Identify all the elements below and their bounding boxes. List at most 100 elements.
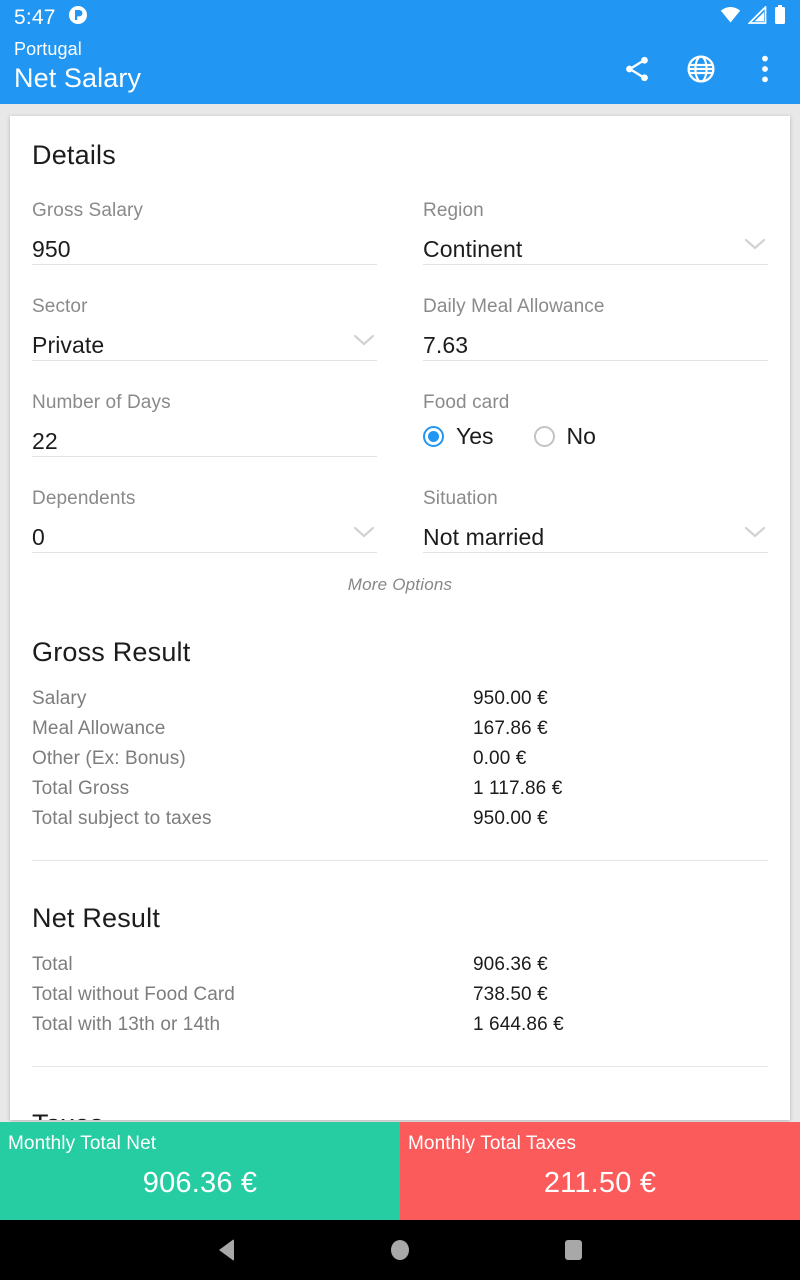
table-row: Other (Ex: Bonus) 0.00 €	[32, 748, 768, 778]
section-divider	[32, 860, 768, 861]
field-dependents: Dependents 0	[32, 487, 377, 553]
toolbar-subtitle: Portugal	[14, 39, 82, 59]
dependents-select[interactable]: 0	[32, 511, 377, 553]
status-right-icons	[720, 4, 786, 29]
overflow-menu-icon[interactable]	[748, 52, 782, 86]
app-indicator-icon	[68, 5, 88, 30]
net-result-rows: Total 906.36 € Total without Food Card 7…	[32, 954, 768, 1044]
field-label: Gross Salary	[32, 200, 144, 221]
row-value: 738.50 €	[473, 984, 548, 1005]
row-label: Total	[32, 954, 73, 975]
table-row: Total with 13th or 14th 1 644.86 €	[32, 1014, 768, 1044]
app-toolbar: Portugal Net Salary	[0, 34, 800, 104]
table-row: Total Gross 1 117.86 €	[32, 778, 768, 808]
field-label: Sector	[32, 296, 88, 317]
row-label: Salary	[32, 688, 87, 709]
field-region: Region Continent	[423, 199, 768, 265]
net-result-section: Net Result Total 906.36 € Total without …	[32, 905, 768, 1067]
recents-button[interactable]	[549, 1226, 597, 1274]
home-button[interactable]	[376, 1226, 424, 1274]
battery-icon	[774, 5, 786, 29]
page-title: Net Salary	[14, 63, 142, 93]
region-select[interactable]: Continent	[423, 223, 768, 265]
row-value: 1 644.86 €	[473, 1014, 564, 1035]
toolbar-titles: Portugal Net Salary	[14, 34, 141, 95]
field-label: Situation	[423, 488, 498, 509]
summary-taxes-total: Monthly Total Taxes 211.50 €	[400, 1122, 800, 1220]
net-result-heading: Net Result	[32, 903, 161, 933]
status-clock: 5:47	[14, 5, 56, 29]
row-value: 167.86 €	[473, 718, 548, 739]
chevron-down-icon	[744, 525, 766, 544]
gross-result-section: Gross Result Salary 950.00 € Meal Allowa…	[32, 639, 768, 861]
toolbar-actions	[620, 34, 786, 104]
field-sector: Sector Private	[32, 295, 377, 361]
details-heading: Details	[32, 140, 116, 170]
row-label: Total with 13th or 14th	[32, 1014, 221, 1035]
gross-salary-input[interactable]: 950	[32, 223, 377, 265]
daily-meal-allowance-input[interactable]: 7.63	[423, 319, 768, 361]
gross-result-rows: Salary 950.00 € Meal Allowance 167.86 € …	[32, 688, 768, 838]
food-card-radio-group: Yes No	[423, 415, 768, 457]
radio-label: Yes	[456, 422, 494, 449]
summary-label: Monthly Total Net	[8, 1133, 157, 1154]
chevron-down-icon	[353, 333, 375, 352]
field-value: 22	[32, 428, 58, 454]
field-daily-meal-allowance: Daily Meal Allowance 7.63	[423, 295, 768, 361]
row-value: 950.00 €	[473, 808, 548, 829]
situation-select[interactable]: Not married	[423, 511, 768, 553]
status-left-icons	[68, 5, 88, 30]
field-value: 0	[32, 524, 45, 550]
summary-net-total: Monthly Total Net 906.36 €	[0, 1122, 400, 1220]
field-gross-salary: Gross Salary 950	[32, 199, 377, 265]
field-food-card: Food card Yes No	[423, 391, 768, 457]
wifi-icon	[720, 6, 741, 29]
chevron-down-icon	[744, 237, 766, 256]
food-card-radio-yes[interactable]: Yes	[423, 422, 494, 449]
share-icon[interactable]	[620, 52, 654, 86]
back-triangle-icon	[219, 1239, 235, 1261]
row-value: 950.00 €	[473, 688, 548, 709]
status-bar: 5:47	[0, 0, 800, 34]
field-value: Not married	[423, 524, 545, 550]
app-root: 5:47 Portugal Net Salary Details Gross S…	[0, 0, 800, 1280]
signal-icon	[747, 4, 767, 29]
row-value: 906.36 €	[473, 954, 548, 975]
number-of-days-input[interactable]: 22	[32, 415, 377, 457]
card-inner: Details Gross Salary 950 Sector Private	[10, 116, 790, 1120]
row-label: Other (Ex: Bonus)	[32, 748, 186, 769]
home-circle-icon	[390, 1240, 409, 1260]
content-card: Details Gross Salary 950 Sector Private	[10, 116, 790, 1120]
summary-value: 906.36 €	[142, 1167, 258, 1199]
field-value: Continent	[423, 236, 523, 262]
summary-label: Monthly Total Taxes	[408, 1133, 577, 1154]
food-card-radio-no[interactable]: No	[533, 424, 596, 448]
radio-unselected-icon	[533, 425, 555, 447]
radio-selected-icon	[423, 425, 444, 447]
back-button[interactable]	[203, 1226, 251, 1274]
gross-result-heading: Gross Result	[32, 637, 191, 667]
details-form-right-column: Region Continent Daily Meal Allowance 7.…	[423, 199, 768, 553]
table-row: Salary 950.00 €	[32, 688, 768, 718]
field-label: Number of Days	[32, 392, 171, 413]
row-label: Total subject to taxes	[32, 808, 212, 829]
row-label: Total Gross	[32, 778, 130, 799]
field-number-of-days: Number of Days 22	[32, 391, 377, 457]
table-row: Total subject to taxes 950.00 €	[32, 808, 768, 838]
field-value: Private	[32, 332, 105, 358]
field-situation: Situation Not married	[423, 487, 768, 553]
table-row: Meal Allowance 167.86 €	[32, 718, 768, 748]
system-navigation-bar	[0, 1220, 800, 1280]
more-options-link[interactable]: More Options	[32, 575, 768, 595]
row-label: Meal Allowance	[32, 718, 166, 739]
details-form-left-column: Gross Salary 950 Sector Private Number o…	[32, 199, 377, 553]
taxes-heading: Taxes	[32, 1111, 768, 1121]
details-form: Gross Salary 950 Sector Private Number o…	[32, 199, 768, 553]
chevron-down-icon	[353, 525, 375, 544]
row-value: 0.00 €	[473, 748, 527, 769]
globe-icon[interactable]	[684, 52, 718, 86]
field-label: Food card	[423, 392, 510, 413]
field-label: Region	[423, 200, 484, 221]
section-divider	[32, 1066, 768, 1067]
sector-select[interactable]: Private	[32, 319, 377, 361]
